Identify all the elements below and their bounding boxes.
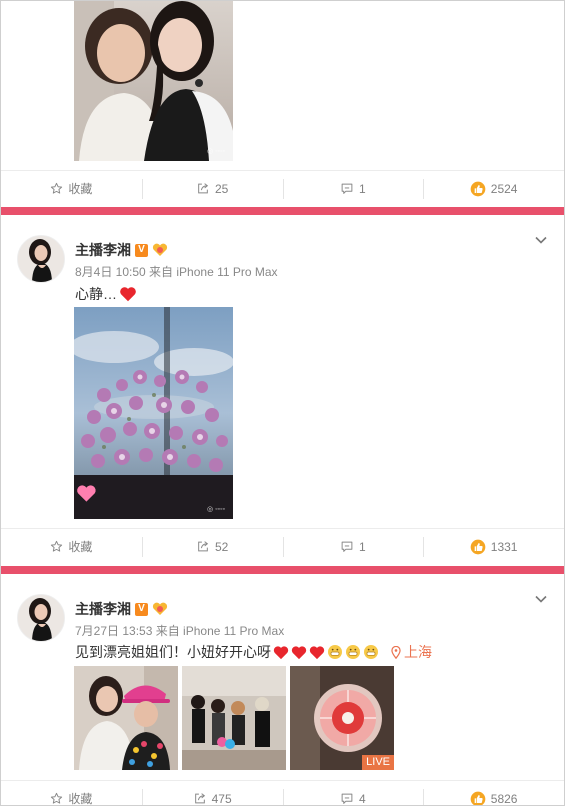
post-separator [1,566,564,574]
avatar[interactable] [17,235,65,283]
image-watermark: ◎ ◦◦◦◦ [207,148,225,155]
favorite-button[interactable]: 收藏 [1,537,142,557]
post-image-2[interactable] [182,666,286,770]
avatar[interactable] [17,594,65,642]
like-button[interactable]: 1331 [423,536,564,557]
username[interactable]: 主播李湘 [75,240,131,260]
post-text-content: 见到漂亮姐姐们！小妞好开心呀 [75,644,271,660]
post-actions-1: 收藏 52 1 1331 [1,528,564,564]
favorite-label: 收藏 [68,540,93,554]
image-watermark: ◎ ◦◦◦◦ [207,506,225,513]
comment-count: 1 [359,539,366,554]
post-actions-2: 收藏 475 4 5826 [1,780,564,806]
like-count: 2524 [490,181,518,196]
post-text: 心静… [75,284,137,304]
comment-button[interactable]: 1 [282,536,424,557]
like-count: 5826 [490,791,518,806]
author-row: 主播李湘 V [75,240,168,260]
verified-badge[interactable]: V [135,602,148,616]
red-heart-icon [273,645,289,659]
comment-icon [341,541,353,552]
grin-emoji-icon [346,645,360,659]
like-button[interactable]: 5826 [423,788,564,806]
location-pin-icon [391,645,401,659]
username[interactable]: 主播李湘 [75,599,131,619]
thumbs-up-icon [470,791,486,805]
favorite-label: 收藏 [68,182,93,196]
grin-emoji-icon [364,645,378,659]
post-image-flowers[interactable]: ◎ ◦◦◦◦ [74,307,233,519]
repost-button[interactable]: 52 [141,536,283,557]
chevron-down-icon[interactable] [534,233,548,247]
repost-button[interactable]: 25 [141,178,283,199]
live-photo-badge: LIVE [362,755,394,770]
repost-icon [194,793,205,804]
chevron-down-icon[interactable] [534,592,548,606]
weibo-feed: ◎ ◦◦◦◦ 收藏 25 1 2524 主播李湘 V 8月4日 10:50 来自… [0,0,565,806]
red-heart-icon [120,287,136,302]
repost-count: 25 [214,181,229,196]
post-text-content: 心静… [75,286,117,302]
comment-count: 1 [359,181,366,196]
post-image-1[interactable] [74,666,178,770]
star-icon [51,182,63,194]
post-meta[interactable]: 8月4日 10:50 来自 iPhone 11 Pro Max [75,263,278,280]
comment-count: 4 [359,791,366,806]
post-text: 见到漂亮姐姐们！小妞好开心呀 上海 [75,642,432,662]
thumbs-up-icon [470,181,486,196]
fan-badge-icon[interactable] [152,243,168,257]
favorite-button[interactable]: 收藏 [1,179,142,199]
fan-badge-icon[interactable] [152,602,168,616]
post-separator [1,207,564,215]
red-heart-icon [309,645,325,659]
like-button[interactable]: 2524 [423,178,564,199]
author-row: 主播李湘 V [75,599,168,619]
comment-icon [341,183,353,194]
comment-icon [341,793,353,804]
post-meta[interactable]: 7月27日 13:53 来自 iPhone 11 Pro Max [75,622,284,639]
favorite-button[interactable]: 收藏 [1,789,142,806]
location-link[interactable]: 上海 [391,642,432,662]
repost-icon [198,183,209,194]
post-image-3[interactable]: LIVE [290,666,394,770]
grin-emoji-icon [328,645,342,659]
like-count: 1331 [490,539,518,554]
verified-badge[interactable]: V [135,243,148,257]
star-icon [51,792,63,804]
comment-button[interactable]: 1 [282,178,424,199]
location-label: 上海 [404,644,432,660]
repost-count: 52 [214,539,229,554]
thumbs-up-icon [470,539,486,554]
comment-button[interactable]: 4 [282,788,424,806]
favorite-label: 收藏 [68,792,93,806]
post-image-selfie[interactable]: ◎ ◦◦◦◦ [74,1,233,161]
post-actions-top: 收藏 25 1 2524 [1,170,564,206]
star-icon [51,540,63,552]
repost-button[interactable]: 475 [141,788,283,806]
repost-count: 475 [211,791,232,806]
red-heart-icon [291,645,307,659]
repost-icon [198,541,209,552]
